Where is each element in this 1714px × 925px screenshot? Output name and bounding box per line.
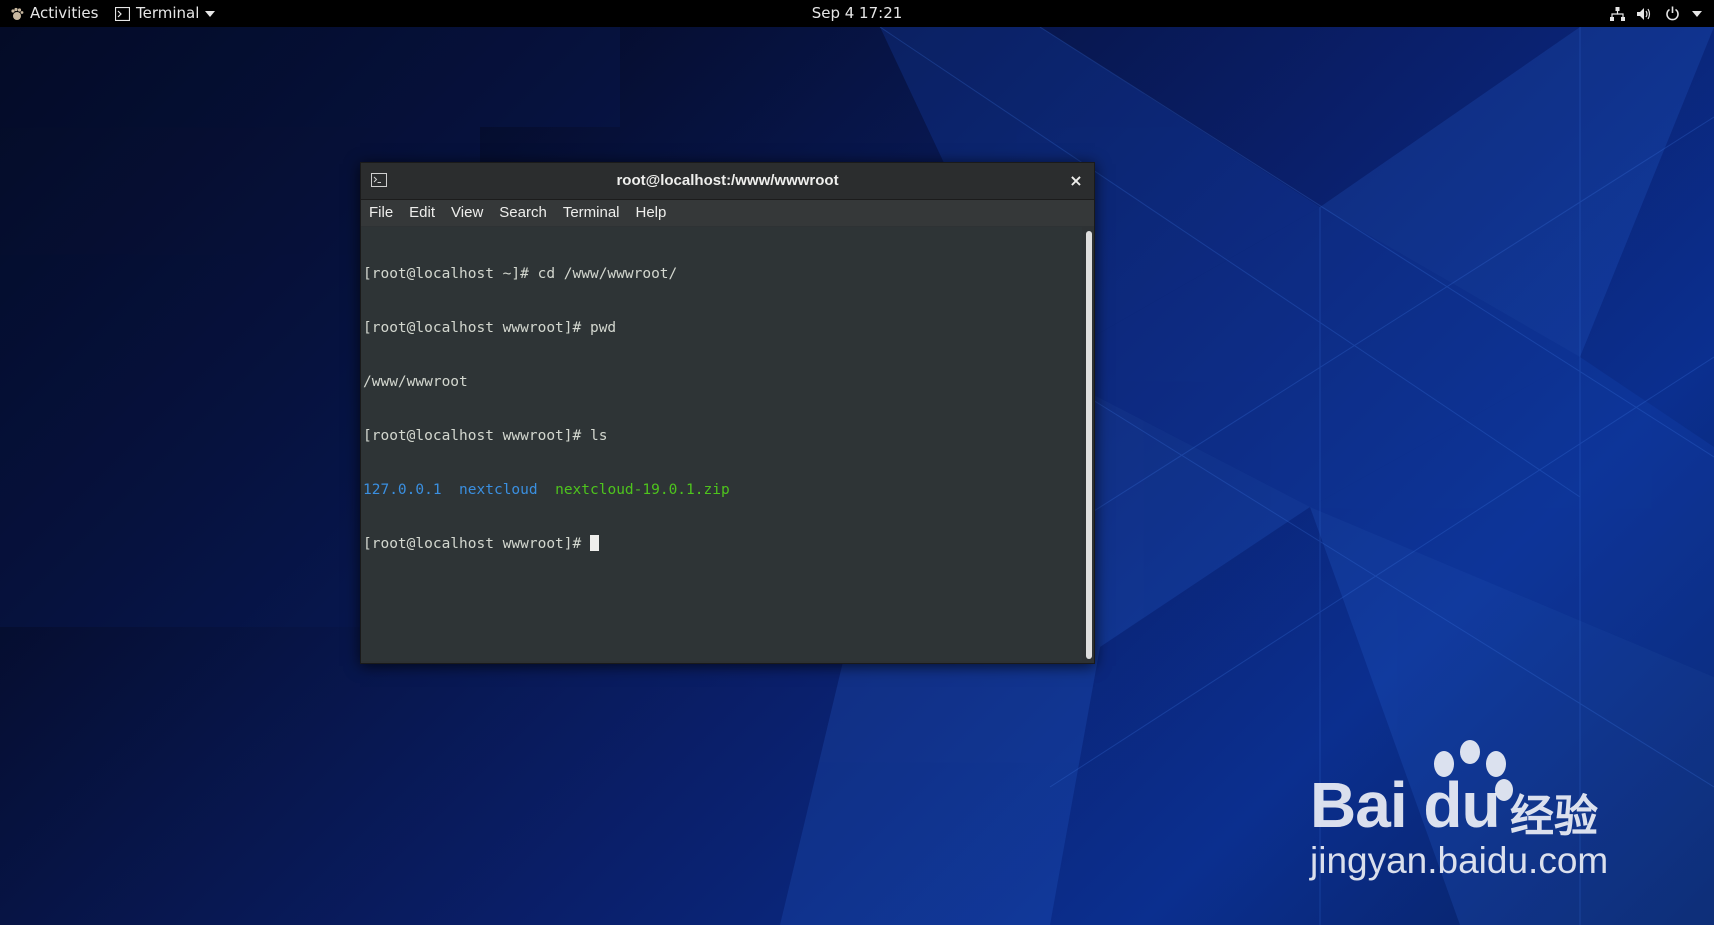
system-tray[interactable] <box>1610 0 1702 27</box>
prompt-line: [root@localhost wwwroot]# <box>363 535 1082 553</box>
ls-entry-dir: nextcloud <box>459 482 538 498</box>
scrollbar[interactable] <box>1086 231 1092 659</box>
top-bar: Activities Terminal Sep 4 17:21 <box>0 0 1714 27</box>
terminal-console[interactable]: [root@localhost ~]# cd /www/wwwroot/ [ro… <box>361 227 1082 661</box>
window-title: root@localhost:/www/wwwroot <box>616 172 839 189</box>
menu-terminal[interactable]: Terminal <box>555 200 628 226</box>
gnome-foot-icon <box>11 7 24 20</box>
text-cursor <box>589 535 599 551</box>
window-titlebar[interactable]: root@localhost:/www/wwwroot × <box>361 163 1094 200</box>
menu-help[interactable]: Help <box>628 200 675 226</box>
menu-file[interactable]: File <box>361 200 401 226</box>
watermark: Bai du 经验 jingyan.baidu.com <box>1310 740 1640 890</box>
network-icon <box>1610 6 1625 21</box>
ls-output-line: 127.0.0.1 nextcloud nextcloud-19.0.1.zip <box>363 481 1082 499</box>
activities-label: Activities <box>30 4 99 22</box>
watermark-brand-cn: 经验 <box>1510 791 1598 842</box>
clock-container: Sep 4 17:21 <box>0 0 1714 27</box>
chevron-down-icon <box>1692 10 1702 17</box>
activities-button[interactable]: Activities <box>10 0 98 27</box>
terminal-app-icon <box>115 6 130 21</box>
terminal-line: [root@localhost wwwroot]# pwd <box>363 320 617 336</box>
power-icon <box>1666 6 1679 21</box>
volume-icon <box>1637 7 1651 20</box>
watermark-brand: Bai du <box>1310 769 1501 841</box>
terminal-line: [root@localhost wwwroot]# ls <box>363 428 608 444</box>
ls-entry-archive: nextcloud-19.0.1.zip <box>555 482 730 498</box>
app-menu-terminal[interactable]: Terminal <box>115 0 216 27</box>
window-menubar: File Edit View Search Terminal Help <box>361 200 1094 226</box>
menu-edit[interactable]: Edit <box>401 200 443 226</box>
watermark-site: jingyan.baidu.com <box>1310 840 1609 881</box>
chevron-down-icon <box>205 10 216 17</box>
menu-search[interactable]: Search <box>491 200 555 226</box>
terminal-line: [root@localhost ~]# cd /www/wwwroot/ <box>363 266 678 282</box>
terminal-line: /www/wwwroot <box>363 374 468 390</box>
ls-entry-dir: 127.0.0.1 <box>363 482 442 498</box>
clock[interactable]: Sep 4 17:21 <box>812 4 903 22</box>
shell-prompt: [root@localhost wwwroot]# <box>363 536 590 552</box>
close-button[interactable]: × <box>1066 171 1086 191</box>
menu-view[interactable]: View <box>443 200 491 226</box>
app-menu-label: Terminal <box>136 4 200 22</box>
terminal-window[interactable]: root@localhost:/www/wwwroot × File Edit … <box>360 162 1095 664</box>
